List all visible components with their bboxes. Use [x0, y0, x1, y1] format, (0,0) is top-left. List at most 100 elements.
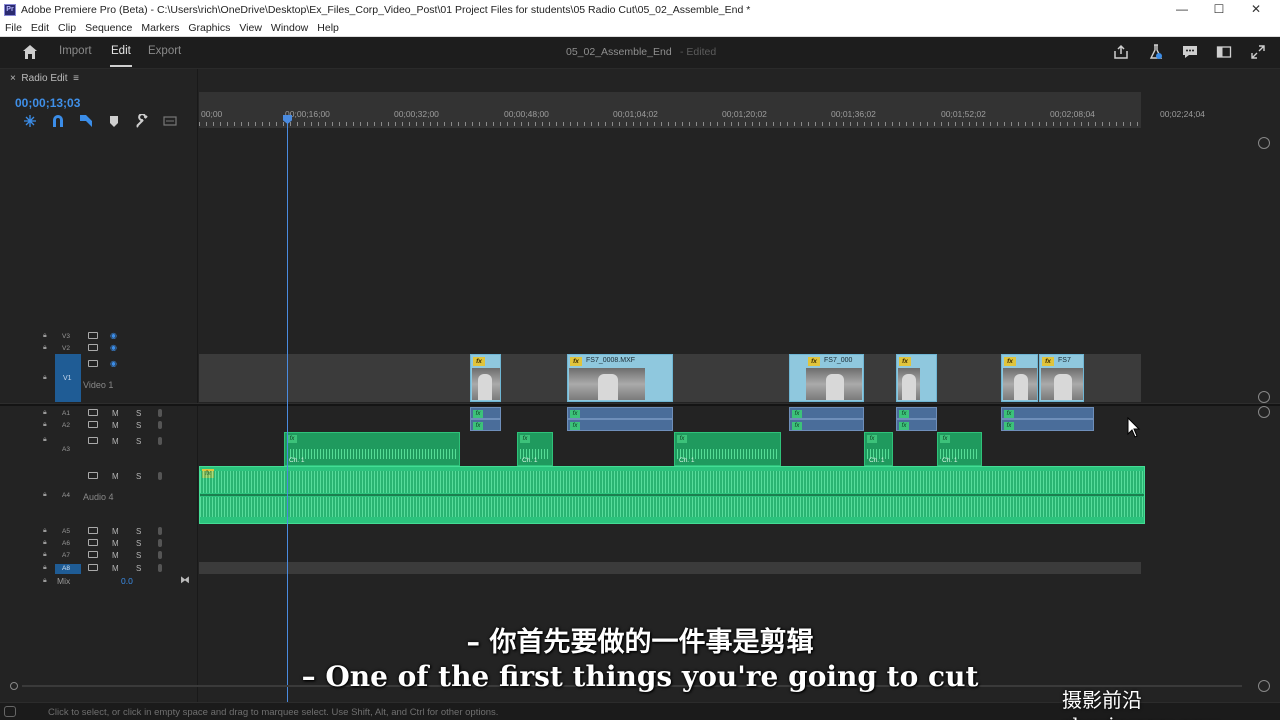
voiceover-mic-icon[interactable]	[158, 539, 162, 547]
fx-badge[interactable]: fx	[867, 435, 877, 443]
fx-badge[interactable]: fx	[473, 410, 483, 418]
sync-lock-icon[interactable]	[88, 421, 98, 428]
panel-menu-icon[interactable]: ≡	[73, 73, 79, 84]
visibility-eye-icon[interactable]: ◉	[110, 343, 117, 352]
lock-icon[interactable]: 🔒︎	[43, 564, 51, 572]
lock-icon[interactable]: 🔒︎	[43, 332, 51, 340]
visibility-eye-icon[interactable]: ◉	[110, 331, 117, 340]
menu-sequence[interactable]: Sequence	[80, 22, 136, 34]
mute-button[interactable]: M	[112, 409, 119, 418]
track-label[interactable]: A2	[62, 422, 70, 429]
audio-clip-a3[interactable]: fx Ch. 1	[517, 432, 553, 466]
audio-zoom-scroll-handle[interactable]	[1258, 406, 1270, 418]
snap-magnet-icon[interactable]	[44, 114, 72, 128]
fx-badge[interactable]: fx	[520, 435, 530, 443]
fx-badge[interactable]: fx	[1004, 410, 1014, 418]
audio-clip-a3[interactable]: fx Ch. 1	[674, 432, 781, 466]
menu-graphics[interactable]: Graphics	[183, 22, 234, 34]
audio-clip-a2[interactable]: fx	[1001, 419, 1094, 431]
mute-button[interactable]: M	[112, 527, 119, 536]
menu-edit[interactable]: Edit	[26, 22, 53, 34]
lock-icon[interactable]: 🔒︎	[43, 551, 51, 559]
tab-edit[interactable]: Edit	[111, 45, 131, 57]
close-button[interactable]: ✕	[1238, 0, 1274, 20]
sync-lock-icon[interactable]	[88, 332, 98, 339]
lock-icon[interactable]: 🔒︎	[43, 577, 51, 585]
mix-end-icon[interactable]: ⧓	[180, 575, 190, 586]
sync-lock-icon[interactable]	[88, 437, 98, 444]
fx-badge[interactable]: fx	[899, 422, 909, 430]
audio-clip-a3[interactable]: fx Ch. 1	[937, 432, 982, 466]
solo-button[interactable]: S	[136, 421, 141, 430]
track-label[interactable]: A5	[62, 528, 70, 535]
track-label[interactable]: V3	[62, 333, 70, 340]
fx-badge[interactable]: fx	[1004, 422, 1014, 430]
video-zoom-scroll-handle[interactable]	[1258, 391, 1270, 403]
video-audio-divider[interactable]	[0, 403, 1280, 406]
mute-button[interactable]: M	[112, 472, 119, 481]
lock-icon[interactable]: 🔒︎	[43, 374, 51, 382]
solo-button[interactable]: S	[136, 564, 141, 573]
sequence-tab[interactable]: × Radio Edit ≡	[10, 73, 79, 84]
fx-badge[interactable]: fx	[792, 410, 802, 418]
fullscreen-icon[interactable]	[1250, 44, 1266, 60]
wrench-settings-icon[interactable]	[128, 114, 156, 128]
solo-button[interactable]: S	[136, 539, 141, 548]
status-indicator-icon[interactable]	[4, 706, 16, 717]
track-label[interactable]: A6	[62, 540, 70, 547]
video-clip[interactable]: fx FS7_000	[789, 354, 864, 402]
home-icon[interactable]	[22, 44, 38, 60]
audio-clip-a2[interactable]: fx	[567, 419, 673, 431]
mute-button[interactable]: M	[112, 421, 119, 430]
maximize-button[interactable]: ☐	[1201, 0, 1237, 20]
menu-help[interactable]: Help	[312, 22, 343, 34]
lock-icon[interactable]: 🔒︎	[43, 539, 51, 547]
source-patch-v1[interactable]: V1	[55, 354, 81, 402]
menu-file[interactable]: File	[0, 22, 26, 34]
lock-icon[interactable]: 🔒︎	[43, 436, 51, 444]
sequence-name[interactable]: Radio Edit	[21, 73, 67, 84]
share-icon[interactable]	[1113, 44, 1129, 60]
mute-button[interactable]: M	[112, 437, 119, 446]
beta-flask-icon[interactable]	[1148, 44, 1164, 60]
fx-badge[interactable]: fx	[1004, 357, 1016, 366]
audio-clip-a1[interactable]: fx	[1001, 407, 1094, 419]
panel-layout-icon[interactable]	[1216, 44, 1232, 60]
solo-button[interactable]: S	[136, 472, 141, 481]
audio-clip-a3[interactable]: fx Ch. 1	[284, 432, 460, 466]
solo-button[interactable]: S	[136, 551, 141, 560]
solo-button[interactable]: S	[136, 409, 141, 418]
nest-sequence-icon[interactable]	[16, 114, 44, 128]
video-clip[interactable]: fx	[1001, 354, 1038, 402]
playhead-timecode[interactable]: 00;00;13;03	[15, 96, 80, 110]
audio-clip-a3[interactable]: fx Ch. 1	[864, 432, 893, 466]
feedback-icon[interactable]	[1182, 44, 1198, 60]
voiceover-mic-icon[interactable]	[158, 409, 162, 417]
menu-window[interactable]: Window	[266, 22, 312, 34]
audio-clip-a1[interactable]: fx	[567, 407, 673, 419]
menu-view[interactable]: View	[234, 22, 266, 34]
audio-clip-a2[interactable]: fx	[789, 419, 864, 431]
track-label[interactable]: V2	[62, 345, 70, 352]
captions-icon[interactable]	[156, 114, 184, 128]
menu-markers[interactable]: Markers	[136, 22, 183, 34]
solo-button[interactable]: S	[136, 527, 141, 536]
video-clip[interactable]: fx FS7	[1039, 354, 1084, 402]
fx-badge[interactable]: fx	[792, 422, 802, 430]
audio-clip-a2[interactable]: fx	[896, 419, 937, 431]
lock-icon[interactable]: 🔒︎	[43, 344, 51, 352]
fx-badge[interactable]: fx	[677, 435, 687, 443]
track-label[interactable]: A8	[62, 565, 70, 572]
audio-clip-a1[interactable]: fx	[789, 407, 864, 419]
voiceover-mic-icon[interactable]	[158, 564, 162, 572]
audio-clip-a2[interactable]: fx	[470, 419, 501, 431]
sync-lock-icon[interactable]	[88, 472, 98, 479]
fx-badge[interactable]: fx	[899, 410, 909, 418]
playhead-line[interactable]	[287, 115, 288, 705]
visibility-eye-icon[interactable]: ◉	[110, 359, 117, 368]
fx-badge[interactable]: fx	[570, 357, 582, 366]
linked-selection-icon[interactable]	[72, 114, 100, 128]
fx-badge[interactable]: fx	[570, 422, 580, 430]
video-zoom-scroll-handle[interactable]	[1258, 137, 1270, 149]
track-label[interactable]: A1	[62, 410, 70, 417]
